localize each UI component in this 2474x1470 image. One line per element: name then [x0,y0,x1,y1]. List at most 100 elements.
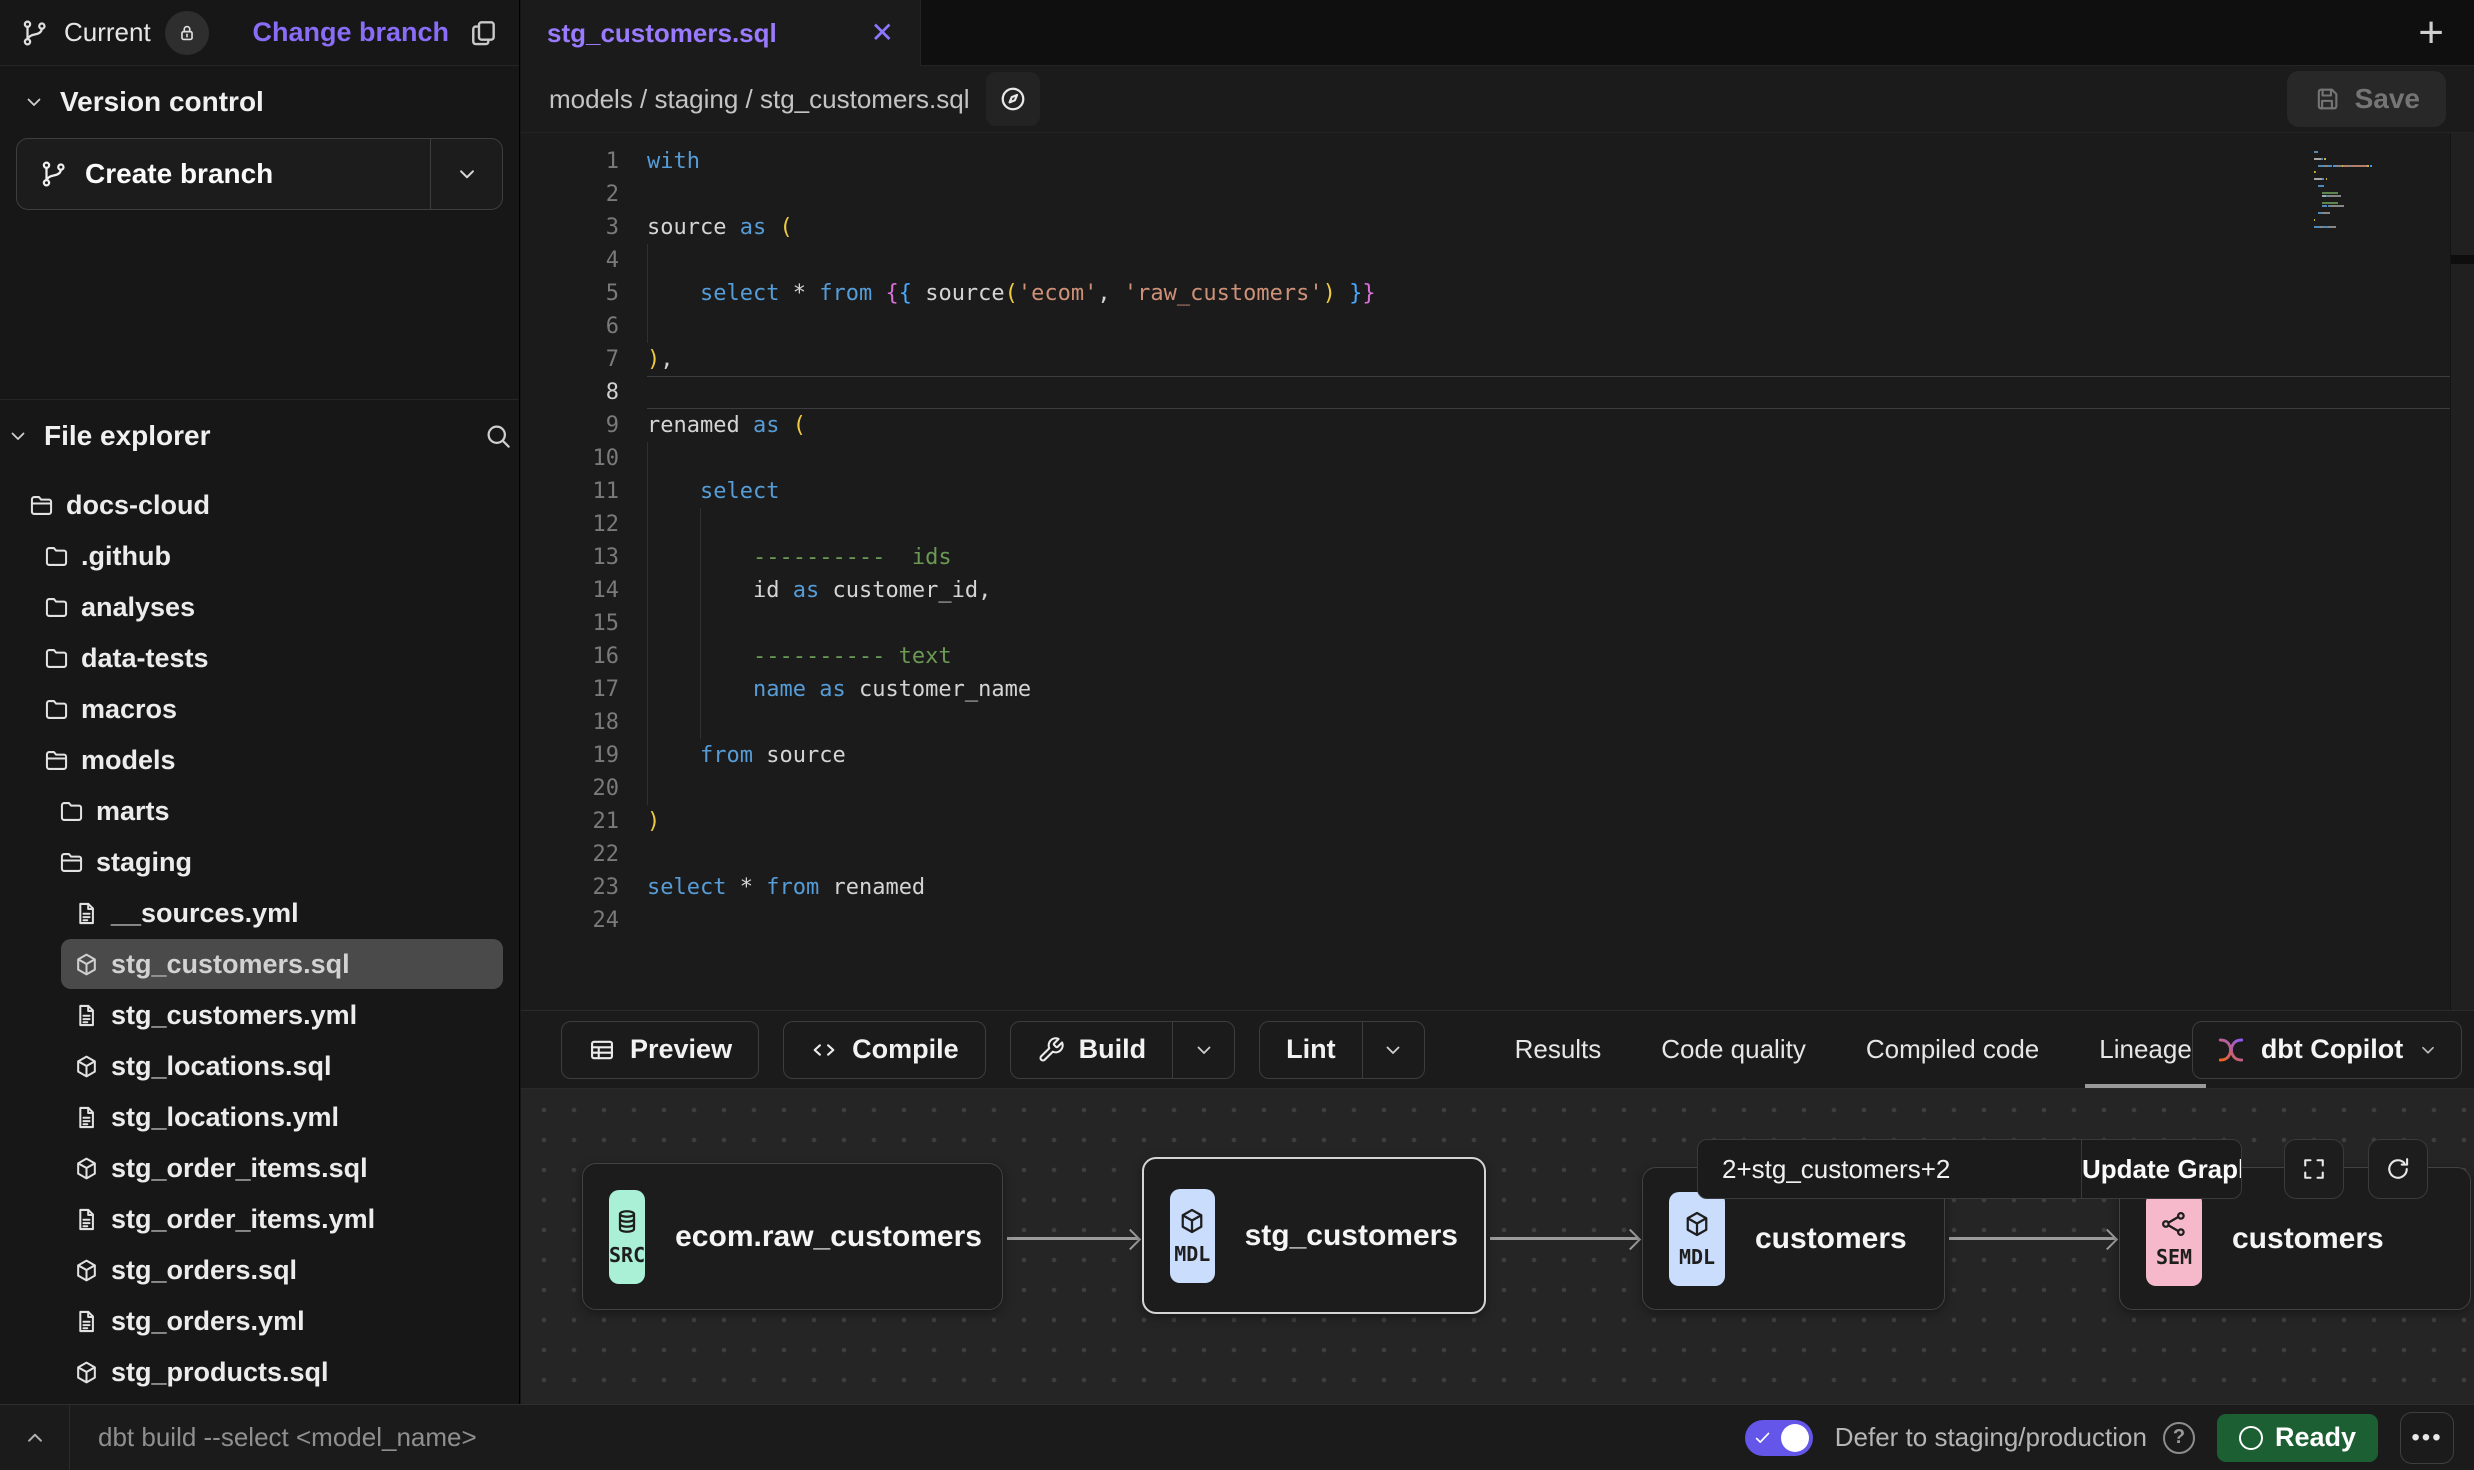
scroll-position-mark [2451,255,2474,264]
line-number: 6 [521,310,619,343]
tree-item-stg-orders-sql[interactable]: stg_orders.sql [61,1245,503,1295]
code-line-11[interactable]: 11 select [521,475,2474,508]
code-line-20[interactable]: 20 [521,772,2474,805]
code-line-1[interactable]: 1with [521,145,2474,178]
build-button[interactable]: Build [1010,1021,1236,1079]
tree-item-macros[interactable]: macros [31,684,503,734]
create-branch-main[interactable]: Create branch [17,139,430,209]
code-line-8[interactable]: 8 [521,376,2474,409]
code-line-5[interactable]: 5 select * from {{ source('ecom', 'raw_c… [521,277,2474,310]
defer-toggle[interactable] [1745,1420,1813,1456]
sidebar: Current Change branch Version control Cr… [0,0,520,1404]
code-line-2[interactable]: 2 [521,178,2474,211]
code-line-15[interactable]: 15 [521,607,2474,640]
lineage-selector-input[interactable] [1698,1140,2081,1198]
code-line-19[interactable]: 19 from source [521,739,2474,772]
code-line-14[interactable]: 14 id as customer_id, [521,574,2474,607]
code-line-12[interactable]: 12 [521,508,2474,541]
tree-item-data-tests[interactable]: data-tests [31,633,503,683]
tree-item-staging[interactable]: staging [46,837,503,887]
minimap-line [2314,158,2444,160]
model-cube-icon [73,1257,100,1284]
lineage-panel[interactable]: SRCecom.raw_customersMDLstg_customersMDL… [521,1089,2474,1404]
compile-button-main[interactable]: Compile [784,1022,985,1078]
lineage-node-stg-customers[interactable]: MDLstg_customers [1142,1157,1486,1314]
refresh-button[interactable] [2368,1139,2428,1199]
code-line-17[interactable]: 17 name as customer_name [521,673,2474,706]
code-line-18[interactable]: 18 [521,706,2474,739]
code-line-6[interactable]: 6 [521,310,2474,343]
folder-open-icon [58,849,85,876]
update-graph-button[interactable]: Update Graph [2081,1140,2242,1198]
code-editor[interactable]: 1with23source as (45 select * from {{ so… [521,133,2474,1010]
tree-item-stg-products-sql[interactable]: stg_products.sql [61,1347,503,1397]
code-line-16[interactable]: 16 ---------- text [521,640,2474,673]
close-icon[interactable]: ✕ [871,19,894,47]
dbt-copilot-button[interactable]: dbt Copilot [2192,1021,2462,1079]
line-number: 14 [521,574,619,607]
tree-item-stg-locations-yml[interactable]: stg_locations.yml [61,1092,503,1142]
code-line-9[interactable]: 9renamed as ( [521,409,2474,442]
tree-item-stg-locations-sql[interactable]: stg_locations.sql [61,1041,503,1091]
new-tab-button[interactable]: + [2418,11,2444,55]
tree-item-stg-order-items-yml[interactable]: stg_order_items.yml [61,1194,503,1244]
copy-icon[interactable] [467,17,499,49]
lint-button-main[interactable]: Lint [1260,1022,1361,1078]
build-button-main[interactable]: Build [1011,1022,1173,1078]
code-line-21[interactable]: 21) [521,805,2474,838]
compile-button[interactable]: Compile [783,1021,986,1079]
search-icon[interactable] [483,421,513,451]
more-options-button[interactable]: ••• [2400,1412,2454,1464]
code-line-10[interactable]: 10 [521,442,2474,475]
lint-button[interactable]: Lint [1259,1021,1424,1079]
preview-button[interactable]: Preview [561,1021,759,1079]
code-line-7[interactable]: 7), [521,343,2474,376]
panel-tab-results[interactable]: Results [1515,1011,1602,1088]
minimap[interactable] [2314,151,2444,232]
line-content [647,178,2474,211]
code-line-24[interactable]: 24 [521,904,2474,937]
editor-scrollbar[interactable] [2450,133,2474,1010]
code-line-22[interactable]: 22 [521,838,2474,871]
file-explorer-header[interactable]: File explorer [0,400,519,472]
fullscreen-button[interactable] [2284,1139,2344,1199]
tree-item-stg-orders-yml[interactable]: stg_orders.yml [61,1296,503,1346]
minimap-line [2314,198,2444,200]
code-line-4[interactable]: 4 [521,244,2474,277]
panel-tab-code-quality[interactable]: Code quality [1661,1011,1806,1088]
lint-dropdown[interactable] [1362,1022,1424,1078]
create-branch-button[interactable]: Create branch [16,138,503,210]
tree-item-stg-order-items-sql[interactable]: stg_order_items.sql [61,1143,503,1193]
lineage-edge-arrow [1490,1237,1638,1240]
tree-item-models[interactable]: models [31,735,503,785]
tree-item--github[interactable]: .github [31,531,503,581]
node-badge-src: SRC [609,1190,645,1284]
tree-item-marts[interactable]: marts [46,786,503,836]
tree-item-docs-cloud[interactable]: docs-cloud [16,480,503,530]
code-line-23[interactable]: 23select * from renamed [521,871,2474,904]
lineage-node-ecom-raw-customers[interactable]: SRCecom.raw_customers [582,1163,1003,1310]
code-line-13[interactable]: 13 ---------- ids [521,541,2474,574]
save-button[interactable]: Save [2287,71,2446,127]
panel-tab-compiled-code[interactable]: Compiled code [1866,1011,2039,1088]
tree-item--sources-yml[interactable]: __sources.yml [61,888,503,938]
tab-stg-customers-sql[interactable]: stg_customers.sql ✕ [521,0,921,66]
tree-item-stg-customers-sql[interactable]: stg_customers.sql [61,939,503,989]
status-ready-button[interactable]: Ready [2217,1414,2378,1462]
create-branch-dropdown[interactable] [430,139,502,209]
help-icon[interactable]: ? [2163,1422,2195,1454]
file-doc-icon [73,1206,100,1233]
version-control-header[interactable]: Version control [16,66,503,138]
panel-tab-lineage[interactable]: Lineage [2099,1011,2192,1088]
line-content [647,310,2474,343]
tree-item-stg-customers-yml[interactable]: stg_customers.yml [61,990,503,1040]
command-input[interactable] [70,1422,1745,1453]
build-dropdown[interactable] [1172,1022,1234,1078]
file-navigation-button[interactable] [986,72,1040,126]
tree-item-analyses[interactable]: analyses [31,582,503,632]
code-line-3[interactable]: 3source as ( [521,211,2474,244]
change-branch-link[interactable]: Change branch [252,17,449,48]
preview-button-main[interactable]: Preview [562,1022,758,1078]
collapse-command-bar-button[interactable] [0,1405,70,1470]
line-content: select [647,475,2474,508]
